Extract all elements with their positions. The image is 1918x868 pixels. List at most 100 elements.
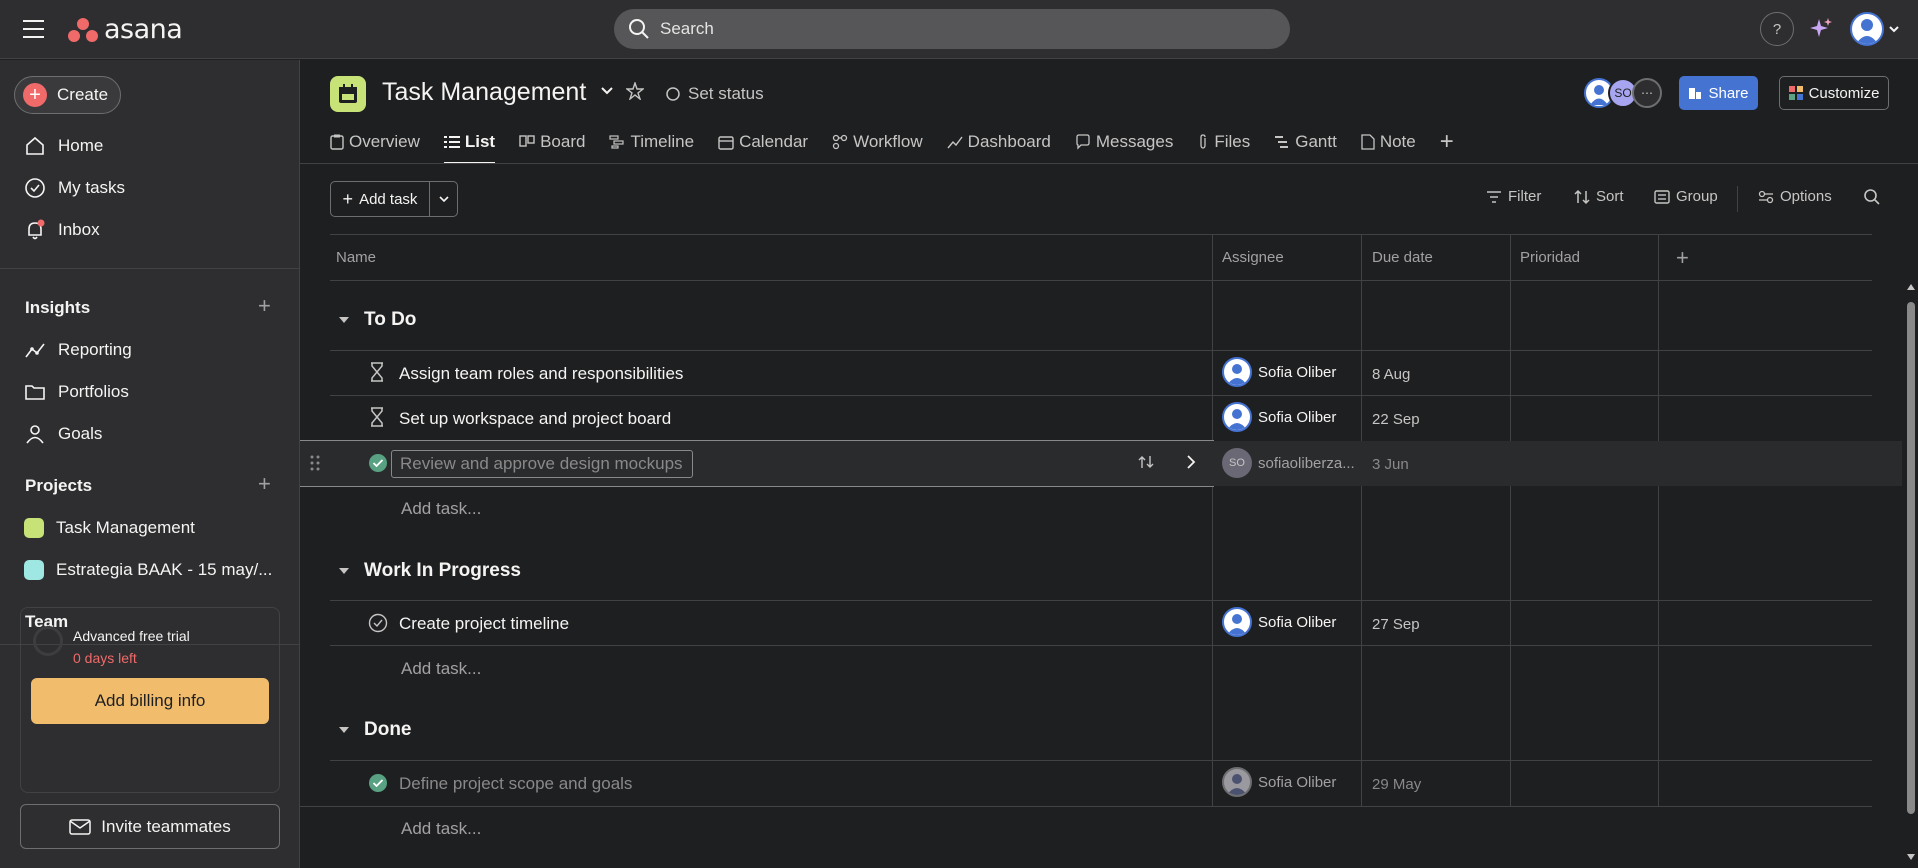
tab-workflow[interactable]: Workflow — [832, 124, 935, 160]
insights-title[interactable]: Insights — [25, 298, 90, 318]
task-due-date[interactable]: 8 Aug — [1372, 366, 1410, 383]
tab-label: Timeline — [630, 132, 695, 151]
task-due-date[interactable]: 3 Jun — [1372, 456, 1409, 473]
tab-timeline[interactable]: Timeline — [609, 124, 706, 160]
section-header-work-in-progress[interactable]: Work In Progress — [338, 560, 521, 582]
tab-list[interactable]: List — [443, 124, 507, 164]
add-task-inline[interactable]: Add task... — [401, 819, 481, 839]
project-color-swatch — [24, 560, 44, 580]
more-members-icon[interactable]: ⋯ — [1632, 78, 1662, 108]
task-due-date[interactable]: 22 Sep — [1372, 411, 1420, 428]
tab-board[interactable]: Board — [519, 124, 597, 160]
create-button[interactable]: + Create — [14, 76, 121, 114]
add-insight-button[interactable]: + — [258, 293, 271, 319]
hamburger-menu-icon[interactable] — [22, 18, 46, 40]
chevron-down-icon[interactable] — [600, 85, 614, 97]
column-header-priority[interactable]: Prioridad — [1520, 249, 1580, 266]
sidebar-item-inbox[interactable]: Inbox — [14, 212, 284, 248]
help-button[interactable]: ? — [1760, 12, 1794, 46]
tab-files[interactable]: Files — [1197, 124, 1262, 160]
grid-icon — [1788, 86, 1803, 100]
sidebar-item-estrategia[interactable]: Estrategia BAAK - 15 may/... — [14, 552, 284, 588]
star-icon[interactable] — [626, 82, 644, 100]
add-project-button[interactable]: + — [258, 471, 271, 497]
add-task-button[interactable]: + Add task — [331, 182, 430, 216]
column-header-name[interactable]: Name — [336, 249, 376, 266]
paperclip-icon — [1200, 134, 1206, 149]
task-name[interactable]: Create project timeline — [399, 614, 569, 634]
customize-button[interactable]: Customize — [1779, 76, 1889, 110]
project-members[interactable]: SO ⋯ — [1584, 78, 1662, 108]
ai-sparkle-icon[interactable] — [1808, 16, 1834, 42]
section-header-to-do[interactable]: To Do — [338, 309, 416, 331]
hourglass-icon[interactable] — [368, 362, 386, 382]
hourglass-icon[interactable] — [368, 407, 386, 427]
sidebar-item-reporting[interactable]: Reporting — [14, 332, 284, 368]
completed-check-icon[interactable] — [368, 453, 388, 473]
sidebar-item-task-management[interactable]: Task Management — [14, 510, 284, 546]
search-bar[interactable]: Search — [614, 9, 1290, 49]
group-label: Group — [1676, 188, 1718, 205]
assignee-name: Sofia Oliber — [1258, 773, 1337, 791]
add-tab-button[interactable]: + — [1440, 124, 1466, 160]
sort-button[interactable]: Sort — [1574, 188, 1624, 205]
trial-progress-ring — [33, 626, 63, 656]
options-button[interactable]: Options — [1758, 188, 1832, 205]
group-button[interactable]: Group — [1654, 188, 1718, 205]
chevron-down-icon[interactable] — [1888, 24, 1900, 34]
sidebar-item-portfolios[interactable]: Portfolios — [14, 374, 284, 410]
invite-teammates-button[interactable]: Invite teammates — [20, 804, 280, 849]
open-details-chevron-icon[interactable] — [1186, 455, 1196, 469]
share-button[interactable]: Share — [1679, 76, 1758, 110]
filter-button[interactable]: Filter — [1486, 188, 1541, 205]
project-title[interactable]: Task Management — [382, 78, 586, 107]
tab-dashboard[interactable]: Dashboard — [947, 124, 1063, 160]
add-task-inline[interactable]: Add task... — [401, 499, 481, 519]
add-column-button[interactable]: + — [1676, 245, 1689, 271]
clipboard-icon — [330, 134, 344, 150]
filter-label: Filter — [1508, 188, 1542, 205]
search-tasks-button[interactable] — [1863, 188, 1881, 206]
tab-gantt[interactable]: Gantt — [1274, 124, 1349, 160]
column-divider — [1212, 234, 1213, 806]
column-header-due-date[interactable]: Due date — [1372, 249, 1433, 266]
add-task-inline[interactable]: Add task... — [401, 659, 481, 679]
tab-overview[interactable]: Overview — [330, 124, 432, 160]
completed-check-icon[interactable] — [368, 773, 388, 793]
task-name[interactable]: Define project scope and goals — [399, 774, 632, 794]
scrollbar-thumb[interactable] — [1907, 302, 1915, 814]
task-name[interactable]: Assign team roles and responsibilities — [399, 364, 683, 384]
asana-logo[interactable]: asana — [68, 14, 183, 45]
task-name-input[interactable]: Review and approve design mockups — [391, 450, 693, 478]
section-header-done[interactable]: Done — [338, 719, 412, 741]
tab-note[interactable]: Note — [1361, 124, 1428, 160]
check-circle-icon[interactable] — [368, 613, 388, 633]
user-avatar[interactable] — [1850, 12, 1884, 46]
sidebar-item-my-tasks[interactable]: My tasks — [14, 170, 284, 206]
task-assignee[interactable]: Sofia Oliber — [1222, 607, 1336, 637]
caret-down-icon — [339, 727, 349, 733]
drag-handle-icon[interactable] — [310, 455, 320, 471]
sidebar-item-goals[interactable]: Goals — [14, 416, 284, 452]
project-calendar-icon[interactable] — [330, 76, 366, 112]
tab-messages[interactable]: Messages — [1075, 124, 1185, 160]
column-header-assignee[interactable]: Assignee — [1222, 249, 1284, 266]
task-assignee[interactable]: Sofia Oliber — [1222, 402, 1336, 432]
sidebar-item-home[interactable]: Home — [14, 128, 284, 164]
task-assignee[interactable]: Sofia Oliber — [1222, 357, 1336, 387]
task-assignee[interactable]: SO sofiaoliberza... — [1222, 448, 1355, 478]
subtasks-toggle-icon[interactable] — [1138, 454, 1154, 470]
tab-calendar[interactable]: Calendar — [718, 124, 820, 160]
task-assignee[interactable]: Sofia Oliber — [1222, 767, 1336, 797]
scroll-down-arrow-icon[interactable] — [1906, 852, 1916, 862]
task-due-date[interactable]: 27 Sep — [1372, 616, 1420, 633]
sidebar-item-label: My tasks — [58, 178, 126, 197]
add-billing-button[interactable]: Add billing info — [31, 678, 269, 724]
add-task-dropdown[interactable] — [430, 182, 457, 216]
task-due-date[interactable]: 29 May — [1372, 776, 1421, 793]
task-name[interactable]: Set up workspace and project board — [399, 409, 671, 429]
scroll-up-arrow-icon — [1907, 284, 1915, 290]
row-border — [330, 645, 1872, 646]
projects-title[interactable]: Projects — [25, 476, 92, 496]
set-status-button[interactable]: Set status — [666, 84, 764, 104]
